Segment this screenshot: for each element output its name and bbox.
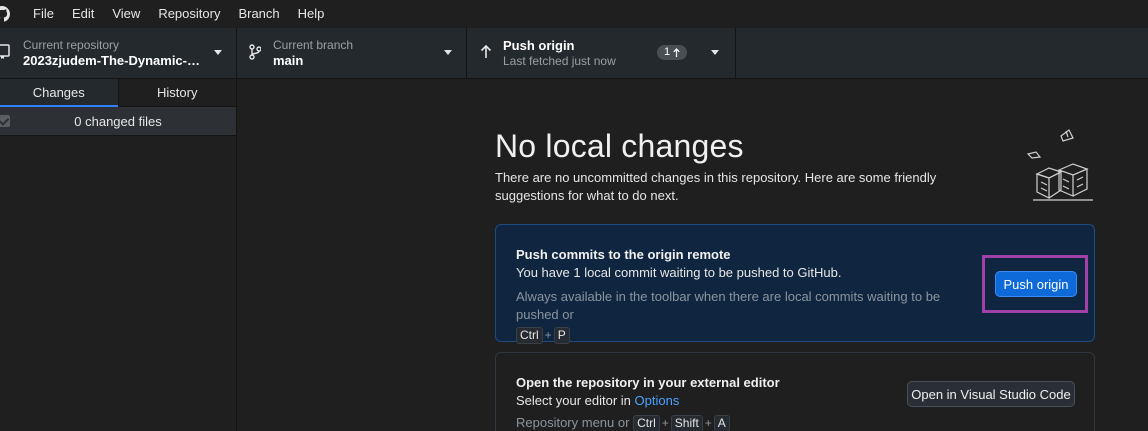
open-in-vscode-button[interactable]: Open in Visual Studio Code bbox=[907, 381, 1075, 407]
current-branch-button[interactable]: Current branch main bbox=[237, 28, 467, 78]
kbd-ctrl: Ctrl bbox=[516, 327, 543, 344]
sidebar: Changes History 0 changed files bbox=[0, 79, 237, 431]
kbd-ctrl: Ctrl bbox=[633, 415, 660, 431]
editor-card-text: Select your editor in Options bbox=[516, 393, 679, 408]
kbd-p: P bbox=[553, 327, 570, 344]
toolbar: Current repository 2023zjudem-The-Dynami… bbox=[0, 28, 1148, 79]
changed-files-header: 0 changed files bbox=[0, 107, 236, 136]
repo-icon bbox=[0, 44, 10, 59]
editor-card-title: Open the repository in your external edi… bbox=[516, 375, 780, 390]
editor-card-hint-text: Repository menu or bbox=[516, 415, 630, 430]
empty-state-illustration bbox=[1026, 129, 1093, 201]
current-repository-button[interactable]: Current repository 2023zjudem-The-Dynami… bbox=[0, 28, 237, 78]
push-count: 1 bbox=[664, 46, 671, 58]
github-logo-icon bbox=[0, 6, 10, 22]
branch-icon bbox=[249, 44, 261, 60]
tab-history[interactable]: History bbox=[117, 79, 237, 106]
push-dropdown-chevron-icon[interactable] bbox=[711, 50, 719, 55]
push-card-hint-text: Always available in the toolbar when the… bbox=[516, 289, 941, 322]
push-count-badge: 1 bbox=[657, 45, 688, 60]
intro-text: There are no uncommitted changes in this… bbox=[495, 170, 937, 203]
push-origin-button[interactable]: Push origin Last fetched just now 1 bbox=[467, 28, 736, 78]
menu-file[interactable]: File bbox=[24, 0, 63, 28]
current-branch-value: main bbox=[273, 53, 304, 68]
push-card-title: Push commits to the origin remote bbox=[516, 247, 731, 262]
sidebar-tabs: Changes History bbox=[0, 79, 236, 107]
kbd-a: A bbox=[713, 415, 730, 431]
options-link[interactable]: Options bbox=[635, 393, 680, 408]
chevron-down-icon bbox=[444, 50, 452, 55]
page-title: No local changes bbox=[495, 128, 744, 164]
menu-help[interactable]: Help bbox=[289, 0, 334, 28]
menu-edit[interactable]: Edit bbox=[63, 0, 103, 28]
kbd-shift: Shift bbox=[670, 415, 703, 431]
push-card-hint: Always available in the toolbar when the… bbox=[516, 289, 941, 344]
menu-view[interactable]: View bbox=[103, 0, 149, 28]
push-origin-title: Push origin bbox=[503, 38, 575, 53]
changed-files-count: 0 changed files bbox=[74, 113, 162, 129]
last-fetched-text: Last fetched just now bbox=[503, 54, 616, 68]
menu-bar: File Edit View Repository Branch Help bbox=[0, 0, 1148, 28]
push-origin-card-button[interactable]: Push origin bbox=[995, 271, 1077, 297]
menu-branch[interactable]: Branch bbox=[229, 0, 288, 28]
menu-repository[interactable]: Repository bbox=[149, 0, 229, 28]
highlight-frame: Push origin bbox=[982, 255, 1088, 313]
editor-card-hint: Repository menu or Ctrl + Shift + A bbox=[516, 414, 730, 431]
push-commits-card: Push commits to the origin remote You ha… bbox=[495, 224, 1095, 344]
arrow-up-icon bbox=[673, 48, 680, 57]
chevron-down-icon bbox=[214, 50, 222, 55]
current-repository-label: Current repository bbox=[23, 38, 120, 52]
tab-changes[interactable]: Changes bbox=[0, 79, 118, 107]
main-content: No local changes There are no uncommitte… bbox=[238, 79, 1148, 431]
select-all-checkbox[interactable] bbox=[0, 115, 10, 127]
current-repository-value: 2023zjudem-The-Dynamic-Se... bbox=[23, 53, 201, 68]
push-card-text: You have 1 local commit waiting to be pu… bbox=[516, 265, 842, 280]
arrow-up-icon bbox=[480, 44, 492, 58]
open-editor-card: Open the repository in your external edi… bbox=[495, 352, 1095, 431]
editor-card-text-prefix: Select your editor in bbox=[516, 393, 631, 408]
current-branch-label: Current branch bbox=[273, 38, 354, 52]
